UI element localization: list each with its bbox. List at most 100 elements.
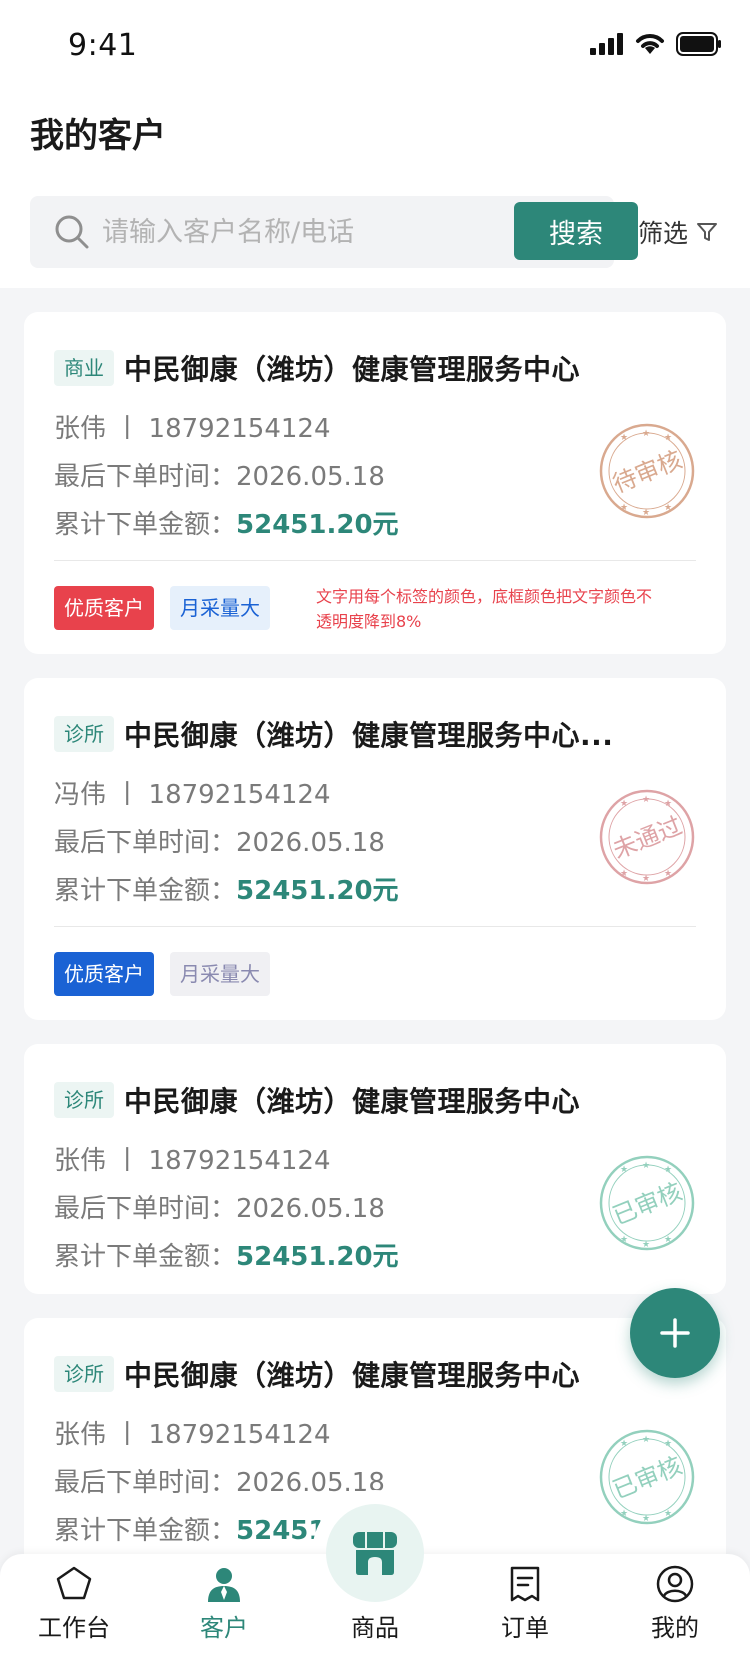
filter-icon <box>697 223 718 241</box>
tag-quality-customer: 优质客户 <box>54 952 154 996</box>
signal-icon <box>590 33 623 55</box>
page-title: 我的客户 <box>30 116 166 156</box>
total-amount-label: 累计下单金额： <box>54 1242 237 1272</box>
last-order-label: 最后下单时间： <box>54 828 237 858</box>
svg-text:未通过: 未通过 <box>609 811 686 864</box>
add-customer-button[interactable] <box>630 1288 720 1378</box>
svg-text:★: ★ <box>642 795 650 805</box>
customer-contact: 张伟 丨 18792154124 <box>54 414 331 444</box>
status-stamp-pending: ★ ★ ★ ★ ★ ★ 待审核 <box>599 423 695 519</box>
customer-card[interactable]: 诊所 中民御康（潍坊）健康管理服务中心... 冯伟 丨 18792154124 … <box>24 678 726 1020</box>
tab-workbench[interactable]: 工作台 <box>14 1554 134 1654</box>
svg-text:已审核: 已审核 <box>609 1177 686 1230</box>
customer-card[interactable]: 诊所 中民御康（潍坊）健康管理服务中心 张伟 丨 18792154124 最后下… <box>24 1044 726 1294</box>
status-stamp-rejected: ★ ★ ★ ★ ★ ★ 未通过 <box>599 789 695 885</box>
svg-text:★: ★ <box>664 1509 672 1519</box>
last-order-row: 最后下单时间：2026.05.18 <box>54 822 385 859</box>
tab-label: 工作台 <box>38 1614 110 1642</box>
svg-text:待审核: 待审核 <box>609 445 686 498</box>
filter-label: 筛选 <box>638 219 689 248</box>
tab-orders[interactable]: 订单 <box>465 1554 585 1654</box>
search-box: 搜索 <box>30 196 638 268</box>
total-amount-row: 累计下单金额：52451.20元 <box>54 870 399 907</box>
customer-type-tag: 诊所 <box>54 1082 114 1118</box>
last-order-date: 2026.05.18 <box>236 462 385 492</box>
total-amount: 52451.20元 <box>236 1242 399 1272</box>
svg-text:★: ★ <box>642 429 650 439</box>
svg-text:★: ★ <box>664 503 672 513</box>
tab-profile[interactable]: 我的 <box>615 1554 735 1654</box>
customer-tags: 优质客户 月采量大 <box>54 586 270 630</box>
plus-icon <box>660 1318 690 1348</box>
customer-card[interactable]: 商业 中民御康（潍坊）健康管理服务中心 张伟 丨 18792154124 最后下… <box>24 312 726 654</box>
status-stamp-approved: ★ ★ ★ ★ ★ ★ 已审核 <box>599 1429 695 1525</box>
total-amount-row: 累计下单金额：52451.20元 <box>54 504 399 541</box>
customer-name: 中民御康（潍坊）健康管理服务中心 <box>124 353 581 386</box>
customer-contact: 张伟 丨 18792154124 <box>54 1146 331 1176</box>
tab-label: 客户 <box>200 1614 248 1642</box>
svg-text:★: ★ <box>620 1509 628 1519</box>
svg-text:★: ★ <box>642 1240 650 1250</box>
status-bar: 9:41 <box>0 0 750 92</box>
svg-text:★: ★ <box>664 1235 672 1245</box>
svg-text:★: ★ <box>664 1165 672 1175</box>
total-amount: 52451.20元 <box>236 876 399 906</box>
tab-label: 我的 <box>651 1614 699 1642</box>
svg-text:★: ★ <box>642 1514 650 1524</box>
status-time: 9:41 <box>68 28 138 63</box>
tab-label: 订单 <box>501 1614 549 1642</box>
design-note: 文字用每个标签的颜色，底框颜色把文字颜色不透明度降到8% <box>316 587 653 631</box>
search-icon <box>55 215 89 249</box>
svg-text:★: ★ <box>620 869 628 879</box>
home-icon <box>56 1566 92 1600</box>
svg-text:★: ★ <box>642 508 650 518</box>
search-input[interactable] <box>102 196 482 268</box>
svg-text:★: ★ <box>620 503 628 513</box>
total-amount-row: 累计下单金额：52451.20元 <box>54 1236 399 1273</box>
products-tab-button[interactable] <box>326 1504 424 1602</box>
total-amount-label: 累计下单金额： <box>54 1516 237 1546</box>
svg-text:★: ★ <box>642 1161 650 1171</box>
filter-button[interactable]: 筛选 <box>638 214 718 250</box>
customer-name: 中民御康（潍坊）健康管理服务中心 <box>124 1085 581 1118</box>
svg-text:★: ★ <box>620 1439 628 1449</box>
search-button[interactable]: 搜索 <box>514 202 638 260</box>
customer-type-tag: 诊所 <box>54 1356 114 1392</box>
customer-name: 中民御康（潍坊）健康管理服务中心... <box>124 719 614 752</box>
last-order-row: 最后下单时间：2026.05.18 <box>54 456 385 493</box>
last-order-label: 最后下单时间： <box>54 1468 237 1498</box>
status-icons <box>590 32 722 56</box>
svg-text:★: ★ <box>620 799 628 809</box>
last-order-row: 最后下单时间：2026.05.18 <box>54 1188 385 1225</box>
last-order-label: 最后下单时间： <box>54 1194 237 1224</box>
svg-text:★: ★ <box>664 1439 672 1449</box>
total-amount-label: 累计下单金额： <box>54 876 237 906</box>
tag-quality-customer: 优质客户 <box>54 586 154 630</box>
last-order-row: 最后下单时间：2026.05.18 <box>54 1462 385 1499</box>
profile-icon <box>656 1565 694 1603</box>
status-stamp-approved: ★ ★ ★ ★ ★ ★ 已审核 <box>599 1155 695 1251</box>
battery-icon <box>676 32 721 56</box>
total-amount-label: 累计下单金额： <box>54 510 237 540</box>
person-icon <box>208 1568 240 1602</box>
svg-text:★: ★ <box>642 1435 650 1445</box>
tab-label: 商品 <box>351 1614 399 1642</box>
tag-high-volume: 月采量大 <box>170 952 270 996</box>
svg-text:★: ★ <box>620 1235 628 1245</box>
svg-text:★: ★ <box>620 433 628 443</box>
divider <box>54 926 696 927</box>
header-area: 9:41 我的客户 搜索 <box>0 0 750 288</box>
customer-tags: 优质客户 月采量大 <box>54 952 270 996</box>
order-icon <box>510 1566 540 1602</box>
svg-text:★: ★ <box>620 1165 628 1175</box>
total-amount: 52451.20元 <box>236 510 399 540</box>
customer-type-tag: 商业 <box>54 350 114 386</box>
last-order-label: 最后下单时间： <box>54 462 237 492</box>
customer-contact: 张伟 丨 18792154124 <box>54 1420 331 1450</box>
divider <box>54 560 696 561</box>
tag-high-volume: 月采量大 <box>170 586 270 630</box>
tab-customers[interactable]: 客户 <box>164 1554 284 1654</box>
wifi-icon <box>636 34 664 54</box>
svg-text:★: ★ <box>664 799 672 809</box>
customer-name: 中民御康（潍坊）健康管理服务中心 <box>124 1359 581 1392</box>
